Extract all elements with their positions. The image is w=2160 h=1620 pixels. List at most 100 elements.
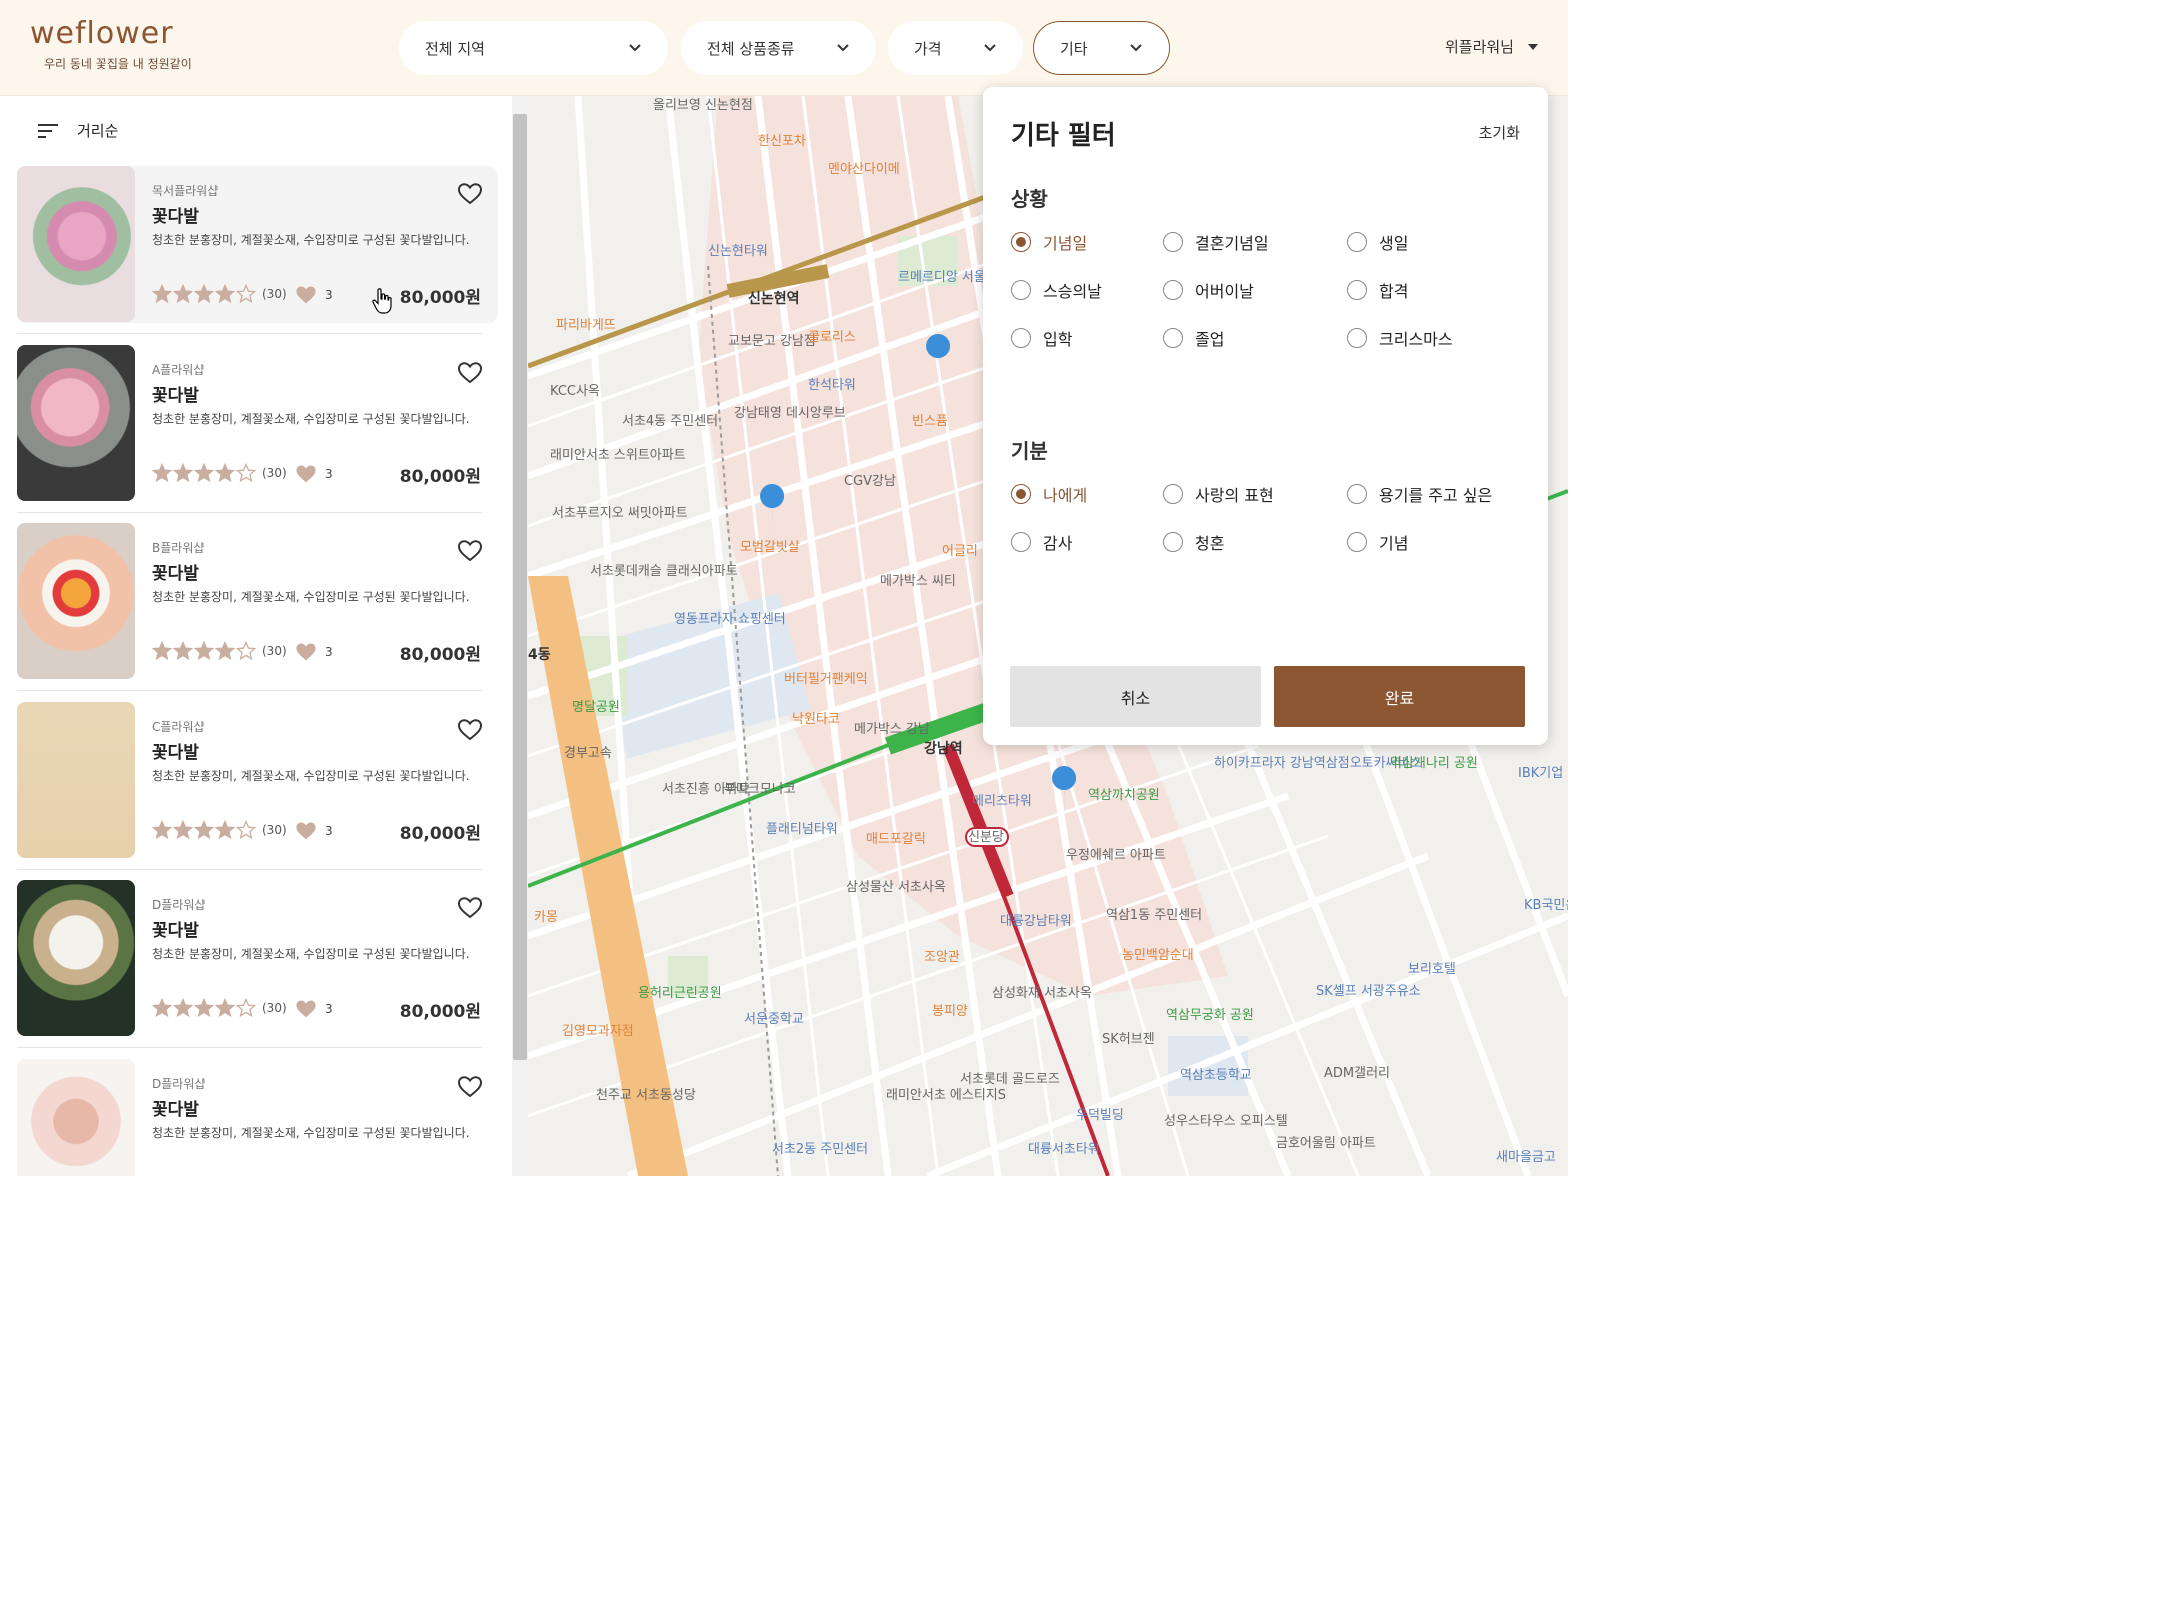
situation-option[interactable]: 입학 <box>1011 326 1072 350</box>
map-label[interactable]: 강남태영 데시앙루브 <box>734 406 846 421</box>
map-label[interactable]: KB국민은행 <box>1524 898 1568 913</box>
map-label[interactable]: 카몽 <box>534 910 558 925</box>
product-card[interactable]: B플라워샵 꽃다발 청초한 분홍장미, 계절꽃소재, 수입장미로 구성된 꽃다발… <box>17 523 498 680</box>
map-label[interactable]: 메가박스 씨티 <box>880 574 956 589</box>
favorite-heart-icon[interactable] <box>457 361 483 385</box>
situation-option[interactable]: 어버이날 <box>1163 278 1254 302</box>
map-label[interactable]: CGV강남 <box>844 474 896 489</box>
radio-button[interactable] <box>1347 232 1367 252</box>
map-label[interactable]: 낙원타코 <box>792 712 840 727</box>
radio-button[interactable] <box>1163 232 1183 252</box>
category-filter-dropdown[interactable]: 전체 상품종류 <box>681 21 876 75</box>
product-card[interactable]: C플라워샵 꽃다발 청초한 분홍장미, 계절꽃소재, 수입장미로 구성된 꽃다발… <box>17 701 498 859</box>
price-filter-dropdown[interactable]: 가격 <box>888 21 1023 75</box>
map-label[interactable]: 역삼개나리 공원 <box>1390 756 1478 771</box>
favorite-heart-icon[interactable] <box>457 539 483 563</box>
region-filter-dropdown[interactable]: 전체 지역 <box>399 21 668 75</box>
product-photo[interactable] <box>17 523 135 679</box>
map-label[interactable]: 삼성화재 서초사옥 <box>992 986 1092 1001</box>
map-label[interactable]: 우덕빌딩 <box>1076 1108 1124 1123</box>
map-label[interactable]: 금호어울림 아파트 <box>1276 1136 1376 1151</box>
product-card[interactable]: D플라워샵 꽃다발 청초한 분홍장미, 계절꽃소재, 수입장미로 구성된 꽃다발… <box>17 880 498 1037</box>
map-label[interactable]: KCC사옥 <box>550 384 600 399</box>
map-label[interactable]: 우정에쉐르 아파트 <box>1066 848 1166 863</box>
mood-option[interactable]: 감사 <box>1011 530 1072 554</box>
map-label[interactable]: 한석타워 <box>808 378 856 393</box>
product-card[interactable]: A플라워샵 꽃다발 청초한 분홍장미, 계절꽃소재, 수입장미로 구성된 꽃다발… <box>17 344 498 502</box>
product-photo[interactable] <box>17 1058 135 1176</box>
map-label[interactable]: 서초2동 주민센터 <box>772 1142 868 1157</box>
map-label[interactable]: 역삼무궁화 공원 <box>1166 1008 1254 1023</box>
map-label[interactable]: 삼성물산 서초사옥 <box>846 880 946 895</box>
radio-button[interactable] <box>1163 484 1183 504</box>
etc-filter-dropdown[interactable]: 기타 <box>1033 21 1170 75</box>
map-label[interactable]: ADM갤러리 <box>1324 1066 1390 1081</box>
situation-option[interactable]: 기념일 <box>1011 230 1087 254</box>
product-name[interactable]: 꽃다발 <box>152 1095 199 1120</box>
map-label[interactable]: 플래티넘타워 <box>766 822 838 837</box>
map-label[interactable]: 모범갈빗살 <box>740 540 800 555</box>
product-card[interactable]: 목서플라워샵 꽃다발 청초한 분홍장미, 계절꽃소재, 수입장미로 구성된 꽃다… <box>17 166 498 323</box>
sort-button[interactable]: 거리순 <box>37 120 118 141</box>
radio-button[interactable] <box>1011 280 1031 300</box>
map-label[interactable]: 올리브영 신논현점 <box>653 98 753 113</box>
favorite-heart-icon[interactable] <box>457 1075 483 1099</box>
mood-option[interactable]: 기념 <box>1347 530 1408 554</box>
radio-button[interactable] <box>1011 328 1031 348</box>
mood-option[interactable]: 사랑의 표현 <box>1163 482 1274 506</box>
map-label[interactable]: 신분당 <box>968 830 1004 845</box>
map-label[interactable]: SK셀프 서광주유소 <box>1316 984 1421 999</box>
situation-option[interactable]: 생일 <box>1347 230 1408 254</box>
situation-option[interactable]: 스승의날 <box>1011 278 1102 302</box>
product-name[interactable]: 꽃다발 <box>152 559 199 584</box>
mood-option[interactable]: 용기를 주고 싶은 <box>1347 482 1492 506</box>
product-name[interactable]: 꽃다발 <box>152 202 199 227</box>
product-name[interactable]: 꽃다발 <box>152 738 199 763</box>
product-name[interactable]: 꽃다발 <box>152 381 199 406</box>
map-label[interactable]: 강남역 <box>924 742 963 757</box>
favorite-heart-icon[interactable] <box>457 718 483 742</box>
situation-option[interactable]: 졸업 <box>1163 326 1224 350</box>
map-label[interactable]: 보리호텔 <box>1408 962 1456 977</box>
map-label[interactable]: 대륭서초타워 <box>1028 1142 1100 1157</box>
map-label[interactable]: 어글리 <box>942 544 978 559</box>
map-label[interactable]: 서운중학교 <box>744 1012 804 1027</box>
map-label[interactable]: 멘야산다이메 <box>828 162 900 177</box>
map-label[interactable]: 르메르디앙 서울 <box>898 270 986 285</box>
situation-option[interactable]: 크리스마스 <box>1347 326 1453 350</box>
map-label[interactable]: 명달공원 <box>572 700 620 715</box>
map-label[interactable]: 조앙관 <box>924 950 960 965</box>
logo[interactable]: weflower <box>30 18 174 50</box>
map-label[interactable]: 역삼1동 주민센터 <box>1106 908 1202 923</box>
map-label[interactable]: 매드포갈릭 <box>866 832 926 847</box>
map-label[interactable]: 새마을금고 <box>1496 1150 1556 1165</box>
product-photo[interactable] <box>17 701 135 858</box>
map-label[interactable]: 래미안서초 스위트아파트 <box>550 448 686 463</box>
map-label[interactable]: 교보문고 강남점 <box>728 334 816 349</box>
map-label[interactable]: 경부고속 <box>564 746 612 761</box>
map-label[interactable]: 천주교 서초동성당 <box>596 1088 696 1103</box>
map-label[interactable]: 파리바게뜨 <box>556 318 616 333</box>
radio-button[interactable] <box>1011 232 1031 252</box>
map-label[interactable]: 래미안서초 에스티지S <box>886 1088 1006 1103</box>
radio-button[interactable] <box>1347 532 1367 552</box>
confirm-button[interactable]: 완료 <box>1274 666 1525 727</box>
map-label[interactable]: 농민백암순대 <box>1122 948 1194 963</box>
map-label[interactable]: 용허리근린공원 <box>638 986 722 1001</box>
list-scrollbar[interactable] <box>512 96 528 1176</box>
map-label[interactable]: 메리츠타워 <box>972 794 1032 809</box>
map-label[interactable]: IBK기업 <box>1518 766 1563 781</box>
mood-option[interactable]: 청혼 <box>1163 530 1224 554</box>
map-label[interactable]: 버터필거팬케익 <box>784 672 868 687</box>
map-label[interactable]: 역삼초등학교 <box>1180 1068 1252 1083</box>
radio-button[interactable] <box>1163 532 1183 552</box>
radio-button[interactable] <box>1011 532 1031 552</box>
scrollbar-thumb[interactable] <box>513 114 527 1060</box>
product-card[interactable]: D플라워샵 꽃다발 청초한 분홍장미, 계절꽃소재, 수입장미로 구성된 꽃다발… <box>17 1058 498 1176</box>
map-label[interactable]: 대륭강남타워 <box>1000 914 1072 929</box>
map-label[interactable]: 신논현역 <box>748 292 800 307</box>
product-name[interactable]: 꽃다발 <box>152 916 199 941</box>
radio-button[interactable] <box>1163 328 1183 348</box>
situation-option[interactable]: 합격 <box>1347 278 1408 302</box>
radio-button[interactable] <box>1347 484 1367 504</box>
